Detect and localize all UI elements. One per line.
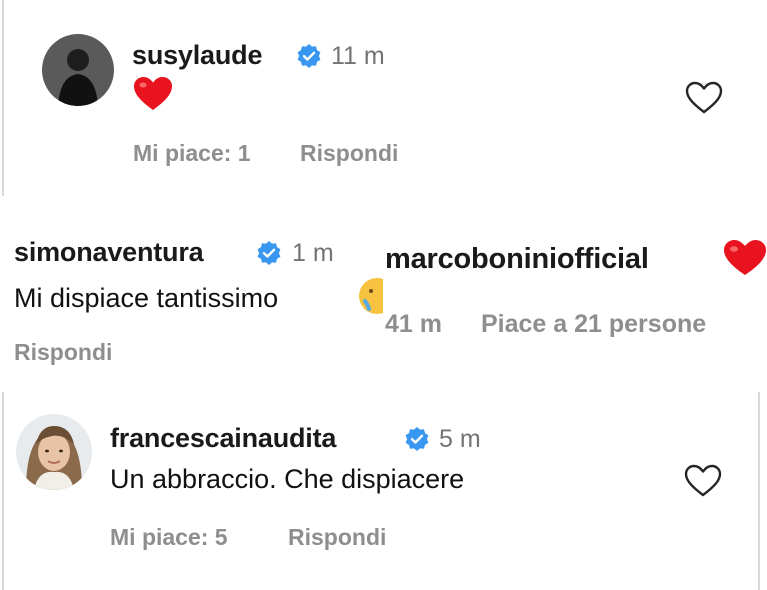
reply-button[interactable]: Rispondi (14, 339, 112, 366)
panel-border (2, 0, 4, 196)
comment-time: 11 m (331, 42, 385, 70)
like-count[interactable]: Piace a 21 persone (481, 310, 706, 339)
comment-username[interactable]: susylaude (132, 40, 262, 71)
red-heart-icon (724, 240, 766, 275)
comment-username[interactable]: marcoboniniofficial (385, 243, 649, 276)
crying-face-icon (359, 278, 383, 314)
verified-badge-icon (257, 241, 281, 265)
comment-time: 41 m (385, 310, 442, 338)
like-heart-icon[interactable] (685, 81, 723, 115)
comment-username[interactable]: francescainaudita (110, 423, 336, 454)
like-count[interactable]: Mi piace: 1 (133, 140, 251, 167)
verified-badge-icon (297, 44, 321, 68)
comment-panel-4: francescainaudita 5 m Un abbraccio. Che … (0, 392, 767, 590)
reply-button[interactable]: Rispondi (300, 140, 398, 167)
avatar[interactable] (42, 34, 114, 106)
red-heart-icon (134, 77, 172, 110)
comment-time: 1 m (292, 239, 334, 267)
comment-text: Mi dispiace tantissimo (14, 283, 279, 313)
panel-border (758, 392, 760, 590)
comment-panel-3: marcoboniniofficial 41 m Piace a 21 pers… (383, 223, 767, 373)
panel-border (2, 392, 4, 590)
comment-time: 5 m (439, 425, 481, 453)
comment-text (133, 76, 173, 117)
comment-panel-2: simonaventura 1 m Mi dispiace tantissimo… (0, 223, 383, 373)
avatar[interactable] (16, 414, 92, 490)
reply-button[interactable]: Rispondi (288, 524, 386, 551)
comment-text: Un abbraccio. Che dispiacere (110, 464, 465, 494)
verified-badge-icon (405, 427, 429, 451)
like-count[interactable]: Mi piace: 5 (110, 524, 228, 551)
comment-username[interactable]: simonaventura (14, 237, 204, 268)
comment-panel-1: susylaude 11 m Mi piace: 1 Rispondi (0, 0, 767, 196)
like-heart-icon[interactable] (684, 464, 722, 498)
